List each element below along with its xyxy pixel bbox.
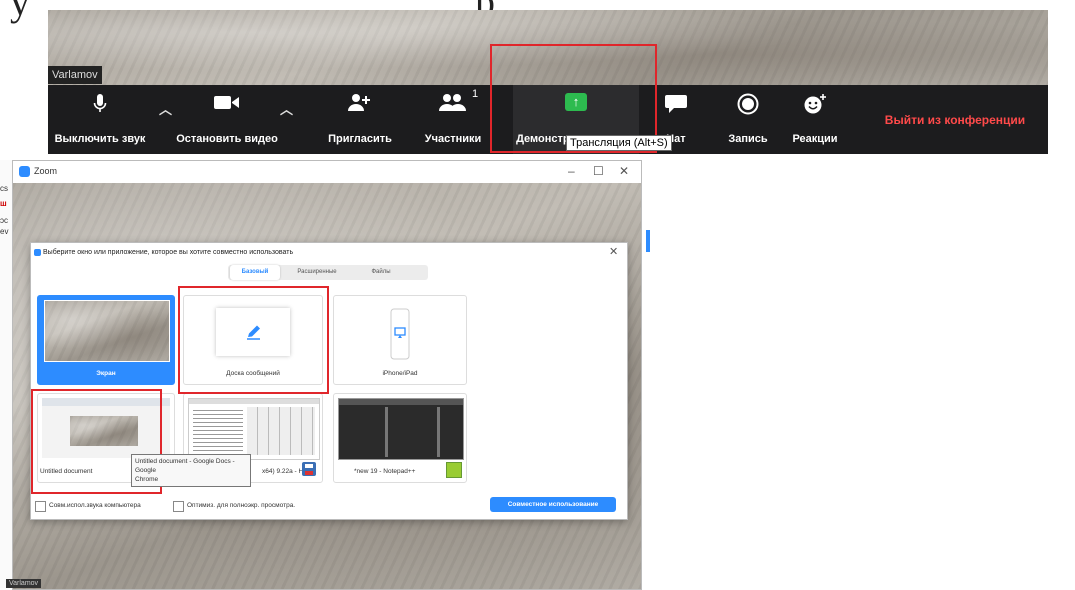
zoom-logo-icon	[34, 249, 41, 256]
stop-video-button[interactable]: Остановить видео	[172, 85, 282, 154]
background-window-edge: cs ш ɔc ev	[0, 160, 12, 588]
tab-basic[interactable]: Базовый	[230, 265, 280, 280]
tooltip-line1: Untitled document - Google Docs - Google	[135, 458, 235, 474]
mute-button[interactable]: Выключить звук	[48, 85, 152, 154]
share-tile-screen[interactable]: Экран	[37, 295, 175, 385]
video-options-caret-icon[interactable]: ︿	[280, 99, 293, 118]
invite-label: Пригласить	[328, 133, 392, 145]
share-sound-label: Совм.испол.звука компьютера	[49, 502, 141, 509]
share-tooltip: Трансляция (Alt+S)	[566, 135, 672, 151]
mute-label: Выключить звук	[54, 133, 146, 145]
record-button[interactable]: Запись	[724, 85, 772, 154]
maximize-icon[interactable]: ☐	[593, 164, 604, 178]
zoom-window-title: Zoom	[34, 166, 58, 176]
record-label: Запись	[728, 133, 768, 145]
dialog-title: Выберите окно или приложение, которое вы…	[43, 249, 294, 256]
leave-meeting-button[interactable]: Выйти из конференции	[870, 85, 1040, 154]
screen-thumbnail	[44, 300, 170, 362]
share-tabs: Базовый Расширенные Файлы	[228, 265, 428, 280]
floppy-disk-icon	[302, 462, 316, 476]
text-left: у	[10, 0, 31, 24]
close-window-icon[interactable]: ✕	[619, 164, 629, 178]
reactions-label: Реакции	[792, 133, 838, 145]
smiley-plus-icon	[804, 94, 826, 114]
page-text-fragment: у р	[10, 0, 495, 25]
highlight-whiteboard-tile	[178, 286, 329, 394]
tile-caption: iPhone/iPad	[382, 370, 418, 377]
participants-count-badge: 1	[472, 88, 479, 100]
app-thumbnail	[188, 398, 320, 460]
invite-button[interactable]: Пригласить	[324, 85, 396, 154]
zoom-logo-icon	[19, 166, 30, 177]
share-tile-iphone-ipad[interactable]: iPhone/iPad	[333, 295, 467, 385]
minimize-icon[interactable]: –	[568, 164, 575, 178]
stop-video-label: Остановить видео	[176, 133, 278, 145]
zoom-title-bar: Zoom – ☐ ✕	[13, 161, 641, 183]
participants-button[interactable]: 1 Участники	[420, 85, 486, 154]
microphone-icon	[93, 94, 107, 112]
close-dialog-icon[interactable]: ✕	[609, 245, 618, 258]
tile-caption: Экран	[96, 370, 116, 377]
record-icon	[737, 93, 759, 115]
share-sound-checkbox[interactable]	[35, 501, 46, 512]
background-accent	[646, 230, 650, 252]
leave-meeting-label: Выйти из конференции	[884, 113, 1026, 127]
tab-files[interactable]: Файлы	[356, 265, 406, 280]
tab-advanced[interactable]: Расширенные	[284, 265, 350, 280]
video-camera-icon	[214, 96, 239, 109]
tooltip-line2: Chrome	[135, 476, 159, 483]
participant-name-tag: Varlamov	[48, 66, 102, 84]
phone-icon	[390, 308, 410, 360]
participants-label: Участники	[424, 133, 482, 145]
window-title-tooltip: Untitled document - Google Docs - Google…	[131, 454, 251, 487]
audio-options-caret-icon[interactable]: ︿	[159, 99, 172, 118]
participants-icon	[439, 94, 466, 111]
share-button[interactable]: Совместное использование	[490, 497, 616, 512]
participant-name-tag: Varlamov	[6, 579, 42, 588]
notepad-thumbnail	[338, 398, 464, 460]
chat-bubble-icon	[665, 95, 687, 113]
notepad-plus-icon	[446, 462, 462, 478]
share-tile-notepad[interactable]: *new 19 - Notepad++	[333, 393, 467, 483]
add-person-icon	[348, 94, 370, 111]
reactions-button[interactable]: Реакции	[784, 85, 846, 154]
optimize-video-checkbox[interactable]	[173, 501, 184, 512]
optimize-video-label: Оптимиз. для полноэкр. просмотра.	[187, 502, 296, 509]
